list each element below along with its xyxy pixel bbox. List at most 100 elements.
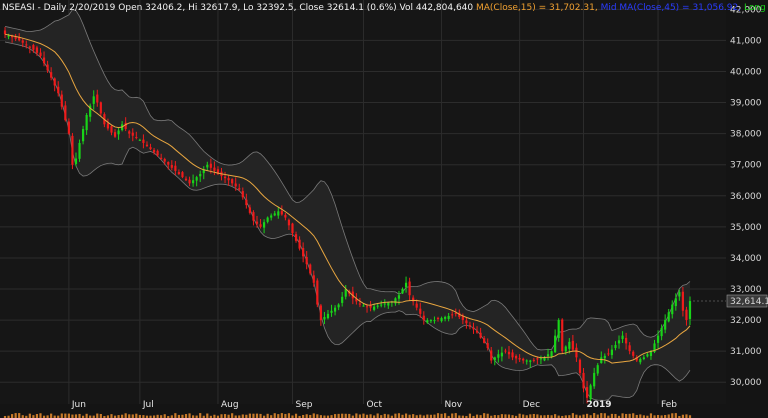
volume-bar [14,413,17,418]
volume-bar [259,413,262,418]
volume-bar [287,413,291,418]
candle-body [21,40,24,43]
volume-bar [305,414,308,418]
candle-body [646,354,649,357]
candle-body [500,352,503,357]
candle-body [181,172,184,178]
x-tick-label: 2019 [587,400,612,410]
candle-body [209,163,212,168]
candle-body [333,307,337,312]
volume-bar [649,413,653,418]
candle-body [685,309,688,321]
x-tick-label: Aug [221,400,239,410]
candle-body [326,313,330,319]
volume-bar [220,414,223,418]
volume-bar [131,414,134,418]
candle-body [554,335,557,353]
candle-body [568,341,571,349]
candle-body [564,346,567,352]
candle-body [266,217,269,222]
volume-bar [28,413,31,418]
candle-body [177,172,181,175]
candle-body [199,174,202,177]
volume-bar [571,413,574,418]
volume-bar [266,413,269,418]
candle-body [550,351,553,357]
candle-body [436,317,440,320]
candle-body [294,234,298,241]
candle-body [46,64,49,71]
candle-body [529,360,532,362]
candle-body [170,164,173,168]
volume-bar [603,413,606,418]
volume-bar [231,413,234,418]
candle-body [71,135,74,165]
x-tick-label: Sep [295,400,312,410]
volume-bar [504,414,507,418]
volume-bar [199,413,202,418]
x-tick-label: Jul [142,400,154,410]
volume-bar [110,414,113,418]
volume-bar [163,414,166,418]
candle-body [167,162,170,165]
volume-bar [404,413,408,418]
candle-body [444,316,447,319]
candle-body [309,264,312,274]
candle-body [625,337,628,344]
candle-body [53,78,56,86]
candle-body [557,320,560,339]
x-tick-label: Feb [661,400,677,410]
volume-bar [362,413,365,418]
candle-body [231,179,234,184]
candle-body [373,306,376,310]
candle-body [575,347,578,358]
volume-bar [628,413,631,418]
volume-bar [341,413,344,418]
volume-bar [529,414,532,418]
volume-bar [277,414,280,418]
volume-bar [436,413,440,418]
candle-body [380,304,383,306]
chart-window: 42,000 41,000 40,000 39,000 38,000 37,000 36,0… [0,0,768,418]
candle-body [50,72,53,78]
candle-body [422,315,425,321]
candle-body [64,105,67,121]
candle-body [273,213,276,216]
candle-body [188,179,191,184]
candle-body [238,188,241,190]
price-chart[interactable]: 42,00041,00040,00039,00038,00037,00036,0… [0,0,768,418]
volume-bar [518,413,521,418]
candle-body [255,221,259,224]
volume-bar [85,413,88,418]
candle-body [35,47,39,53]
volume-bar [475,414,479,418]
candle-body [642,357,645,359]
candle-body [518,358,521,360]
volume-bar [348,413,351,418]
candle-body [60,94,63,107]
candle-body [678,292,681,297]
volume-bar [252,413,255,418]
header-segment: Mid MA(Close,45) = 31,056.92, [601,3,744,13]
candle-body [78,142,81,159]
candle-body [42,57,46,64]
volume-bar [241,414,244,418]
volume-bar [174,413,177,418]
candle-body [404,282,408,288]
candle-body [57,86,60,94]
candle-body [135,137,138,139]
candle-body [546,354,550,357]
volume-bar [71,414,74,418]
volume-bar [206,413,209,418]
volume-bar [124,413,127,418]
x-tick-label: Nov [445,400,463,410]
volume-bar [444,413,447,418]
candle-body [184,178,188,181]
candle-body [28,46,31,48]
volume-bar [96,413,99,418]
candle-body [408,281,411,296]
candle-body [688,301,692,319]
candle-body [656,335,660,343]
candle-body [195,177,198,181]
y-tick-label: 36,000 [730,192,762,202]
